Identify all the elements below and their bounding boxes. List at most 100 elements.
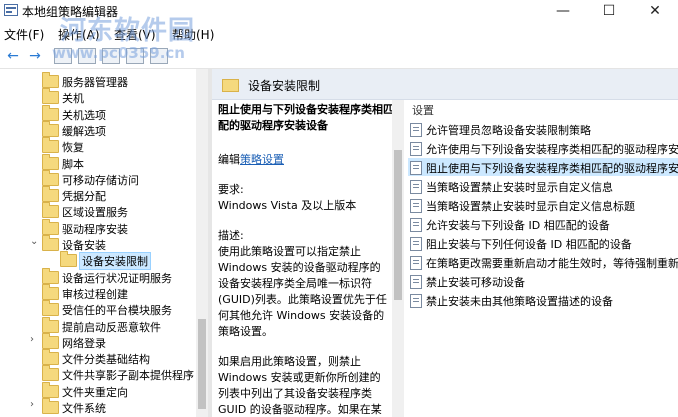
window-title: 本地组策略编辑器 — [22, 5, 119, 19]
chevron-right-icon[interactable]: › — [30, 334, 34, 345]
policy-setting-icon — [410, 199, 422, 213]
folder-icon — [42, 120, 59, 137]
setting-label: 阻止安装与下列任何设备 ID 相匹配的设备 — [426, 238, 632, 251]
tree-item-label: 凭据分配 — [62, 190, 106, 204]
policy-setting-icon — [410, 256, 422, 270]
minimize-button[interactable]: — — [540, 0, 586, 22]
setting-row[interactable]: 阻止安装与下列任何设备 ID 相匹配的设备 — [408, 234, 678, 252]
requirement-value: Windows Vista 及以上版本 — [218, 199, 357, 212]
tree-item-label: 服务器管理器 — [62, 76, 128, 89]
tree-item[interactable]: 设备运行状况证明服务 — [0, 267, 208, 285]
policy-setting-icon — [410, 142, 422, 156]
back-arrow-icon[interactable]: ← — [4, 47, 22, 65]
tree-item[interactable]: 受信任的平台模块服务 — [0, 300, 208, 317]
settings-column-header[interactable]: 设置 — [412, 102, 434, 118]
tree-item-label: 设备运行状况证明服务 — [62, 271, 172, 285]
tree-item-label: 文件分类基础结构 — [62, 353, 150, 367]
chevron-down-icon[interactable]: ⌄ — [30, 236, 38, 247]
tree-item[interactable]: 文件夹重定向 — [0, 381, 208, 399]
description-scrollbar[interactable] — [392, 100, 404, 417]
tree-item[interactable]: 关机选项 — [0, 104, 208, 122]
close-button[interactable]: ✕ — [632, 0, 678, 22]
folder-icon — [42, 316, 59, 333]
setting-row[interactable]: 阻止使用与下列设备安装程序类相匹配的驱动程序安 — [408, 158, 678, 176]
setting-row[interactable]: 允许管理员忽略设备安装限制策略 — [408, 120, 678, 138]
folder-icon — [42, 300, 59, 317]
edit-prefix: 编辑 — [218, 153, 240, 166]
properties-icon[interactable] — [78, 48, 96, 64]
setting-label: 允许使用与下列设备安装程序类相匹配的驱动程序安 — [426, 143, 678, 156]
edit-policy-link[interactable]: 策略设置 — [240, 153, 284, 166]
tree-item[interactable]: 文件共享影子副本提供程序 — [0, 365, 208, 382]
tree-item[interactable]: 提前启动反恶意软件 — [0, 316, 208, 334]
tree-item-label: 审核过程创建 — [62, 287, 128, 301]
edit-policy-line: 编辑策略设置 — [218, 152, 284, 168]
menu-action[interactable]: 操作(A) — [58, 26, 100, 43]
tree-item-label: 关机选项 — [62, 108, 106, 122]
tree-item[interactable]: › 文件系统 — [0, 398, 208, 415]
tree-item-label: 设备安装限制 — [79, 252, 151, 271]
folder-icon — [42, 235, 59, 251]
setting-label: 当策略设置禁止安装时显示自定义信息 — [426, 181, 613, 194]
setting-row[interactable]: 允许使用与下列设备安装程序类相匹配的驱动程序安 — [408, 139, 678, 157]
policy-setting-icon — [410, 275, 422, 289]
setting-row[interactable]: 允许安装与下列设备 ID 相匹配的设备 — [408, 215, 678, 233]
details-header: 设备安装限制 — [212, 69, 678, 100]
tree-item[interactable]: 审核过程创建 — [0, 283, 208, 301]
export-list-icon[interactable] — [102, 48, 120, 64]
show-hide-tree-icon[interactable] — [54, 48, 72, 64]
tree-item[interactable]: 驱动程序安装 — [0, 218, 208, 236]
setting-row[interactable]: 在策略更改需要重新启动才能生效时，等待强制重新 — [408, 253, 678, 271]
menu-help[interactable]: 帮助(H) — [172, 26, 214, 43]
tree-item[interactable]: 凭据分配 — [0, 186, 208, 204]
tree-item-label: 文件系统 — [62, 402, 106, 415]
policy-setting-icon — [410, 161, 422, 175]
tree-item[interactable]: 文件分类基础结构 — [0, 349, 208, 367]
tree-item[interactable]: 区域设置服务 — [0, 202, 208, 219]
tree-item-label: 文件夹重定向 — [62, 385, 128, 399]
setting-row[interactable]: 当策略设置禁止安装时显示自定义信息标题 — [408, 196, 678, 214]
menu-view[interactable]: 查看(V) — [114, 26, 156, 43]
folder-icon — [42, 186, 59, 203]
tree-item[interactable]: ⌄ 设备安装 — [0, 235, 208, 252]
folder-icon — [42, 381, 59, 398]
tree-item[interactable]: › 网络登录 — [0, 332, 208, 350]
folder-icon — [42, 349, 59, 366]
tree-item[interactable]: 脚本 — [0, 153, 208, 171]
folder-icon — [42, 202, 59, 219]
policy-setting-icon — [410, 294, 422, 308]
tree-item[interactable]: 服务器管理器 — [0, 72, 208, 89]
tree-item-label: 恢复 — [62, 141, 84, 155]
description-panel: 阻止使用与下列设备安装程序类相匹配的驱动程序安装设备 编辑策略设置 要求: Wi… — [212, 100, 392, 417]
folder-icon — [42, 88, 59, 105]
maximize-button[interactable]: ☐ — [586, 0, 632, 22]
setting-row[interactable]: 禁止安装未由其他策略设置描述的设备 — [408, 291, 678, 309]
folder-icon — [42, 72, 59, 88]
description-text: 使用此策略设置可以指定禁止 Windows 安装的设备驱动程序的设备安装程序类全… — [218, 245, 387, 338]
help-icon[interactable] — [126, 48, 144, 64]
requirement-label: 要求: — [218, 183, 244, 196]
folder-icon — [42, 169, 59, 186]
tree-item[interactable]: 关机 — [0, 88, 208, 105]
tree-scroll-thumb[interactable] — [198, 319, 206, 409]
forward-arrow-icon[interactable]: → — [26, 47, 44, 65]
setting-row[interactable]: 当策略设置禁止安装时显示自定义信息 — [408, 177, 678, 195]
toolbar: ← → — [0, 44, 678, 69]
folder-icon — [222, 79, 239, 92]
description-scroll-thumb[interactable] — [394, 150, 402, 300]
tree-item[interactable]: 可移动存储访问 — [0, 169, 208, 187]
menu-file[interactable]: 文件(F) — [4, 26, 44, 43]
setting-label: 允许安装与下列设备 ID 相匹配的设备 — [426, 219, 610, 232]
chevron-right-icon[interactable]: › — [30, 399, 34, 410]
tree-item[interactable]: 恢复 — [0, 137, 208, 155]
setting-row[interactable]: 禁止安装可移动设备 — [408, 272, 678, 290]
tree-scrollbar[interactable] — [196, 69, 208, 417]
policy-setting-icon — [410, 123, 422, 137]
tree-item[interactable]: 设备安装限制 — [0, 251, 208, 271]
folder-icon — [42, 104, 59, 121]
setting-label: 允许管理员忽略设备安装限制策略 — [426, 124, 591, 137]
tree-item[interactable]: 缓解选项 — [0, 120, 208, 138]
filter-icon[interactable] — [150, 48, 168, 64]
description-text-2: 如果启用此策略设置，则禁止 Windows 安装或更新你所创建的列表中列出了其设… — [218, 355, 382, 416]
menu-bar: 文件(F) 操作(A) 查看(V) 帮助(H) — [0, 22, 678, 44]
